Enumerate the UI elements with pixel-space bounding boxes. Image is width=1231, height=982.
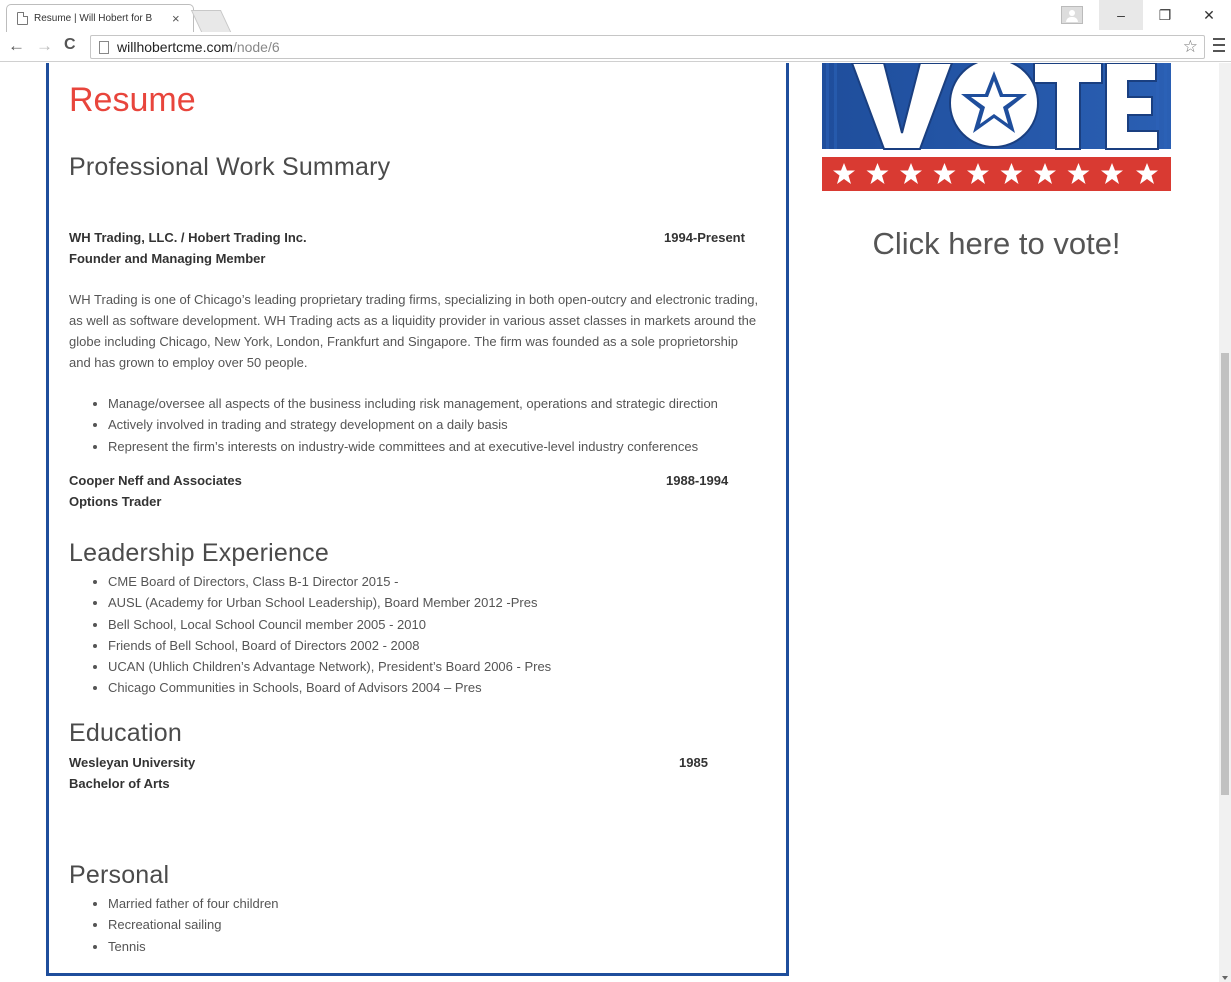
job-company: WH Trading, LLC. / Hobert Trading Inc. bbox=[69, 230, 307, 245]
scroll-down-arrow-icon[interactable] bbox=[1222, 976, 1228, 980]
forward-arrow-icon[interactable]: → bbox=[36, 36, 53, 56]
list-item: Actively involved in trading and strateg… bbox=[88, 414, 718, 435]
vote-link[interactable]: Click here to vote! bbox=[822, 226, 1171, 262]
education-year: 1985 bbox=[679, 755, 708, 770]
list-item: Friends of Bell School, Board of Directo… bbox=[88, 635, 551, 656]
job-bullets: Manage/oversee all aspects of the busine… bbox=[88, 393, 718, 457]
window-controls: – ❐ ✕ bbox=[1061, 0, 1231, 30]
minimize-button[interactable]: – bbox=[1099, 0, 1143, 30]
scrollbar-thumb[interactable] bbox=[1221, 353, 1229, 795]
list-item: CME Board of Directors, Class B-1 Direct… bbox=[88, 571, 551, 592]
page-title: Resume bbox=[69, 81, 196, 119]
bookmark-star-icon[interactable]: ☆ bbox=[1183, 37, 1198, 57]
list-item: Married father of four children bbox=[88, 893, 279, 914]
list-item: Manage/oversee all aspects of the busine… bbox=[88, 393, 718, 414]
browser-tab[interactable]: Resume | Will Hobert for B × bbox=[6, 4, 194, 32]
job-company: Cooper Neff and Associates bbox=[69, 473, 242, 488]
tab-close-icon[interactable]: × bbox=[172, 11, 180, 26]
reload-icon[interactable]: C bbox=[64, 36, 76, 54]
page-icon bbox=[17, 12, 28, 25]
list-item: Recreational sailing bbox=[88, 914, 279, 935]
leadership-list: CME Board of Directors, Class B-1 Direct… bbox=[88, 571, 551, 699]
personal-list: Married father of four children Recreati… bbox=[88, 893, 279, 957]
education-degree: Bachelor of Arts bbox=[69, 776, 170, 791]
resume-container bbox=[46, 63, 789, 976]
vote-banner-image[interactable] bbox=[822, 63, 1171, 191]
education-heading: Education bbox=[69, 719, 182, 747]
url-text: willhobertcme.com/node/6 bbox=[117, 39, 280, 55]
personal-heading: Personal bbox=[69, 861, 170, 889]
browser-menu-icon[interactable] bbox=[1213, 38, 1225, 52]
job-role: Options Trader bbox=[69, 494, 162, 509]
work-summary-heading: Professional Work Summary bbox=[69, 153, 391, 181]
url-path: /node/6 bbox=[232, 39, 280, 55]
address-bar[interactable]: willhobertcme.com/node/6 ☆ bbox=[90, 35, 1205, 59]
job-description: WH Trading is one of Chicago’s leading p… bbox=[69, 292, 759, 370]
page-info-icon[interactable] bbox=[99, 40, 109, 54]
new-tab-button[interactable] bbox=[190, 10, 232, 32]
leadership-heading: Leadership Experience bbox=[69, 539, 329, 567]
back-arrow-icon[interactable]: ← bbox=[8, 36, 25, 56]
tab-title: Resume | Will Hobert for B bbox=[34, 13, 153, 24]
restore-button[interactable]: ❐ bbox=[1143, 0, 1187, 30]
user-profile-icon[interactable] bbox=[1061, 6, 1083, 24]
education-school: Wesleyan University bbox=[69, 755, 196, 770]
url-host: willhobertcme.com bbox=[117, 39, 233, 55]
job-dates: 1988-1994 bbox=[666, 473, 729, 488]
job-role: Founder and Managing Member bbox=[69, 251, 266, 266]
list-item: AUSL (Academy for Urban School Leadershi… bbox=[88, 592, 551, 613]
close-window-button[interactable]: ✕ bbox=[1187, 0, 1231, 30]
job-dates: 1994-Present bbox=[664, 230, 745, 245]
page-scrollbar[interactable] bbox=[1219, 63, 1231, 982]
list-item: UCAN (Uhlich Children’s Advantage Networ… bbox=[88, 656, 551, 677]
browser-titlebar: Resume | Will Hobert for B × – ❐ ✕ bbox=[0, 0, 1231, 32]
list-item: Tennis bbox=[88, 936, 279, 957]
list-item: Bell School, Local School Council member… bbox=[88, 614, 551, 635]
list-item: Represent the firm’s interests on indust… bbox=[88, 436, 718, 457]
browser-toolbar: ← → C willhobertcme.com/node/6 ☆ bbox=[0, 32, 1231, 62]
list-item: Chicago Communities in Schools, Board of… bbox=[88, 677, 551, 698]
page-viewport: Resume Professional Work Summary WH Trad… bbox=[0, 63, 1219, 982]
